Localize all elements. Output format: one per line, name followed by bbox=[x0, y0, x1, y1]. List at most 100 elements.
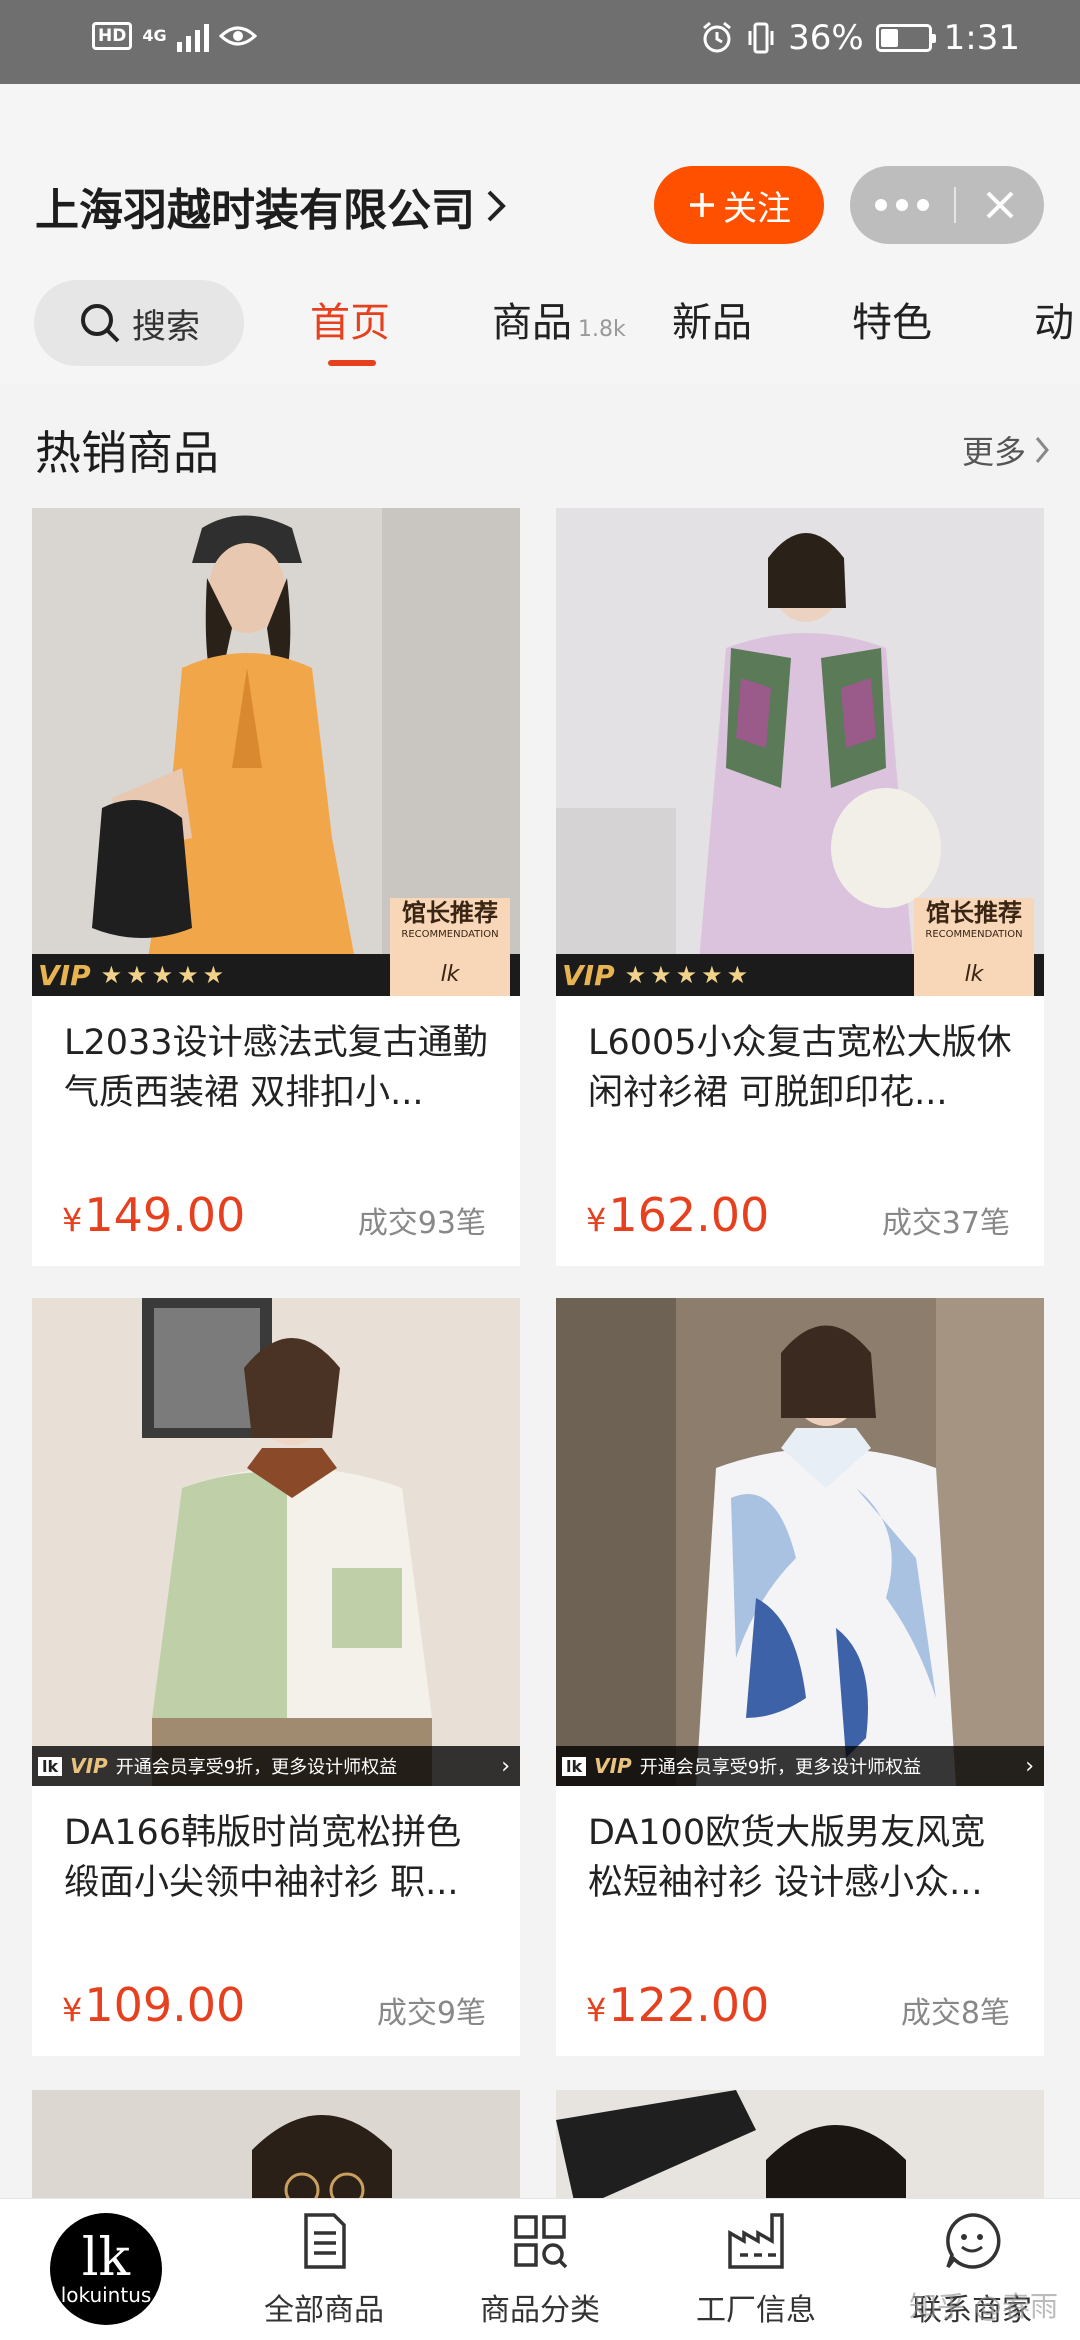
more-button[interactable] bbox=[850, 166, 954, 244]
nav-categories[interactable]: 商品分类 bbox=[450, 2209, 630, 2339]
tab-label: 动 bbox=[1034, 300, 1074, 346]
product-price: ¥149.00 bbox=[62, 1188, 245, 1242]
product-image[interactable]: 馆长推荐 RECOMMENDATION VIP ★★★★★ lk bbox=[556, 508, 1044, 996]
chevron-right-icon: › bbox=[501, 1753, 510, 1779]
clock: 1:31 bbox=[943, 18, 1020, 58]
product-card[interactable]: lk VIP 开通会员享受9折，更多设计师权益 › DA166韩版时尚宽松拼色缎… bbox=[32, 1298, 520, 2056]
close-button[interactable] bbox=[956, 166, 1044, 244]
price-value: 162.00 bbox=[608, 1188, 770, 1242]
price-value: 109.00 bbox=[84, 1978, 246, 2032]
product-title: L6005小众复古宽松大版休闲衬衫裙 可脱卸印花... bbox=[588, 1023, 1012, 1113]
status-right: 36% 1:31 bbox=[700, 18, 1020, 58]
product-title: DA100欧货大版男友风宽松短袖衬衫 设计感小众... bbox=[588, 1813, 986, 1903]
product-card[interactable] bbox=[556, 2090, 1044, 2210]
product-photo bbox=[556, 1298, 1044, 1786]
currency-symbol: ¥ bbox=[586, 1201, 607, 1239]
vip-promo-text: 开通会员享受9折，更多设计师权益 bbox=[115, 1757, 398, 1778]
network-type: 4G bbox=[142, 26, 167, 45]
currency-symbol: ¥ bbox=[586, 1991, 607, 2029]
vibrate-icon bbox=[748, 22, 774, 54]
section-title: 热销商品 bbox=[35, 426, 219, 480]
tab-count: 1.8k bbox=[578, 317, 626, 342]
tab-products[interactable]: 商品 1.8k bbox=[492, 280, 626, 366]
alarm-icon bbox=[703, 21, 732, 53]
recommend-en: RECOMMENDATION bbox=[925, 929, 1023, 940]
vip-label: VIP bbox=[594, 1754, 632, 1778]
close-icon bbox=[986, 191, 1014, 219]
product-card[interactable]: 馆长推荐 RECOMMENDATION VIP ★★★★★ lk L6005小众… bbox=[556, 508, 1044, 1266]
product-card[interactable] bbox=[32, 2090, 520, 2210]
follow-label: 关注 bbox=[723, 188, 791, 229]
logo-mark: lk bbox=[81, 2228, 131, 2288]
star-rating: ★★★★★ bbox=[624, 961, 753, 989]
nav-label: 联系商家 bbox=[912, 2293, 1032, 2328]
shop-logo[interactable]: lk lokuintus bbox=[50, 2213, 162, 2325]
nav-all-products[interactable]: 全部商品 bbox=[234, 2209, 414, 2339]
brand-mark: lk bbox=[38, 1756, 63, 1776]
sold-count: 成交8笔 bbox=[900, 1996, 1010, 2031]
currency-symbol: ¥ bbox=[62, 1201, 83, 1239]
product-image[interactable]: lk VIP 开通会员享受9折，更多设计师权益 › bbox=[32, 1298, 520, 1786]
nav-label: 工厂信息 bbox=[696, 2293, 816, 2328]
vip-promo-bar[interactable]: lk VIP 开通会员享受9折，更多设计师权益 › bbox=[556, 1746, 1044, 1786]
product-title: DA166韩版时尚宽松拼色缎面小尖领中袖衬衫 职... bbox=[64, 1813, 462, 1903]
recommend-badge: 馆长推荐 RECOMMENDATION bbox=[390, 898, 510, 954]
price-value: 122.00 bbox=[608, 1978, 770, 2032]
tab-label: 特色 bbox=[852, 300, 932, 346]
more-dot bbox=[875, 199, 887, 211]
grid-icon bbox=[514, 2215, 568, 2269]
nav-contact-seller[interactable]: 联系商家 bbox=[882, 2209, 1062, 2339]
product-price: ¥109.00 bbox=[62, 1978, 245, 2032]
sold-count: 成交9笔 bbox=[376, 1996, 486, 2031]
recommend-en: RECOMMENDATION bbox=[401, 929, 499, 940]
vip-promo-bar[interactable]: lk VIP 开通会员享受9折，更多设计师权益 › bbox=[32, 1746, 520, 1786]
shop-name: 上海羽越时装有限公司 bbox=[35, 185, 475, 236]
recommend-badge: 馆长推荐 RECOMMENDATION bbox=[914, 898, 1034, 954]
search-button[interactable]: 搜索 bbox=[34, 280, 244, 366]
more-dot bbox=[917, 199, 929, 211]
star-rating: ★★★★★ bbox=[100, 961, 229, 989]
follow-button[interactable]: 关注 bbox=[654, 166, 824, 244]
currency-symbol: ¥ bbox=[62, 1991, 83, 2029]
product-price: ¥162.00 bbox=[586, 1188, 769, 1242]
tab-activity[interactable]: 动 bbox=[1034, 280, 1074, 366]
product-photo bbox=[32, 1298, 520, 1786]
signal-icon bbox=[176, 20, 209, 52]
vip-label: VIP bbox=[38, 958, 91, 992]
mini-program-capsule bbox=[850, 166, 1044, 244]
more-label: 更多 bbox=[961, 433, 1026, 471]
product-image[interactable]: 馆长推荐 RECOMMENDATION VIP ★★★★★ lk bbox=[32, 508, 520, 996]
chat-face-icon bbox=[946, 2213, 1001, 2269]
battery-icon bbox=[875, 24, 936, 52]
brand-mark: lk bbox=[562, 1756, 587, 1776]
vip-label: VIP bbox=[562, 958, 615, 992]
hot-products-header: 热销商品 更多 bbox=[0, 405, 1080, 495]
tab-new[interactable]: 新品 bbox=[672, 280, 752, 366]
vip-label: VIP bbox=[70, 1754, 108, 1778]
tab-featured[interactable]: 特色 bbox=[852, 280, 932, 366]
battery-percent: 36% bbox=[788, 18, 864, 58]
shop-title[interactable]: 上海羽越时装有限公司 bbox=[35, 174, 507, 238]
tab-active-indicator bbox=[328, 360, 376, 366]
product-title: L2033设计感法式复古通勤气质西装裙 双排扣小... bbox=[64, 1023, 488, 1113]
nav-label: 商品分类 bbox=[480, 2293, 600, 2328]
chevron-right-icon bbox=[487, 190, 506, 222]
status-bar: HD 4G 36% 1:31 bbox=[0, 0, 1080, 84]
nav-factory-info[interactable]: 工厂信息 bbox=[666, 2209, 846, 2339]
status-left: HD 4G bbox=[92, 20, 257, 52]
chevron-right-icon: › bbox=[1025, 1753, 1034, 1779]
hd-icon: HD bbox=[92, 22, 133, 50]
brand-badge: lk bbox=[914, 954, 1034, 996]
chevron-right-icon bbox=[1035, 437, 1049, 463]
tab-label: 商品 bbox=[492, 300, 572, 346]
product-card[interactable]: lk VIP 开通会员享受9折，更多设计师权益 › DA100欧货大版男友风宽松… bbox=[556, 1298, 1044, 2056]
tab-home[interactable]: 首页 bbox=[310, 280, 390, 366]
tab-label: 新品 bbox=[672, 300, 752, 346]
recommend-zh: 馆长推荐 bbox=[926, 899, 1022, 927]
more-link[interactable]: 更多 bbox=[962, 427, 1050, 473]
product-card[interactable]: 馆长推荐 RECOMMENDATION VIP ★★★★★ lk L2033设计… bbox=[32, 508, 520, 1266]
product-image[interactable]: lk VIP 开通会员享受9折，更多设计师权益 › bbox=[556, 1298, 1044, 1786]
tab-label: 首页 bbox=[310, 300, 390, 346]
product-price: ¥122.00 bbox=[586, 1978, 769, 2032]
sold-count: 成交93笔 bbox=[357, 1206, 486, 1241]
